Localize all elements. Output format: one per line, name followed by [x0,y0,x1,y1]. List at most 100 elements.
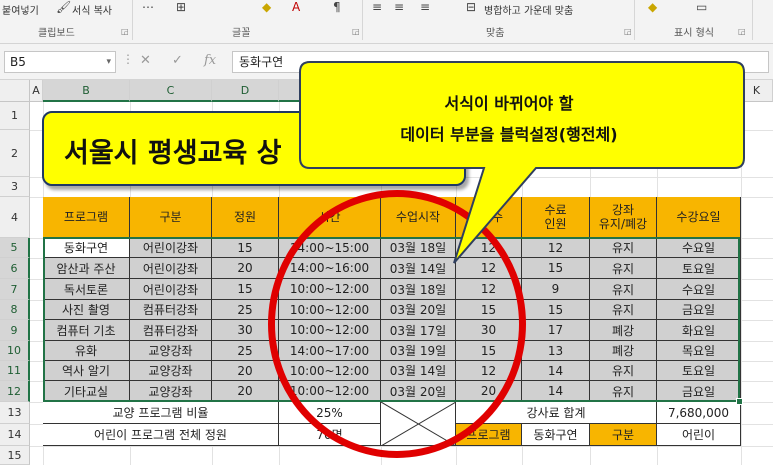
row-header-3[interactable]: 3 [0,177,30,197]
font-launcher-icon[interactable]: ◲ [352,27,360,36]
cell-program[interactable]: 역사 알기 [43,361,130,381]
cell-time[interactable]: 10:00~12:00 [279,300,381,320]
cell-day[interactable]: 화요일 [657,320,741,341]
cell-day[interactable]: 수요일 [657,279,741,300]
cell-start[interactable]: 03월 18일 [381,279,456,300]
cell-program[interactable]: 암산과 주산 [43,258,130,279]
paste-label[interactable]: 붙여넣기 [2,2,39,17]
cell-capacity[interactable]: 25 [212,300,279,320]
cell-category[interactable]: 교양강좌 [130,381,212,402]
cell-start[interactable]: 03월 19일 [381,341,456,361]
cell-category[interactable]: 컴퓨터강좌 [130,300,212,320]
cell-capacity[interactable]: 15 [212,279,279,300]
cell-count[interactable]: 15 [456,300,522,320]
cell-time[interactable]: 10:00~12:00 [279,279,381,300]
column-header-a[interactable]: A [30,80,43,102]
cell-status[interactable]: 유지 [590,258,657,279]
cell-capacity[interactable]: 25 [212,341,279,361]
number-launcher-icon[interactable]: ◲ [738,27,746,36]
cell-status[interactable]: 폐강 [590,320,657,341]
cell-category[interactable]: 교양강좌 [130,341,212,361]
align-left-icon[interactable]: ≡ [372,0,382,14]
enter-icon[interactable]: ✓ [172,53,183,68]
cell-category[interactable]: 교양강좌 [130,361,212,381]
cell-category[interactable]: 어린이강좌 [130,258,212,279]
cell-category[interactable]: 어린이강좌 [130,279,212,300]
cell-completed[interactable]: 14 [522,361,590,381]
cell-time[interactable]: 10:00~12:00 [279,361,381,381]
row-header-4[interactable]: 4 [0,197,30,238]
row-header-10[interactable]: 10 [0,341,30,361]
row-header-5[interactable]: 5 [0,238,30,258]
cell-count[interactable]: 12 [456,238,522,258]
column-header-d[interactable]: D [212,80,279,102]
align-center-icon[interactable]: ≡ [394,0,404,14]
row-header-9[interactable]: 9 [0,320,30,341]
lookup-program-value[interactable]: 동화구연 [522,424,590,446]
cell-program[interactable]: 사진 촬영 [43,300,130,320]
currency-icon[interactable]: ◆ [648,0,657,14]
header-time[interactable]: 시간 [279,197,381,238]
font-color-icon[interactable]: A [292,0,300,14]
lookup-program-label[interactable]: 프로그램 [456,424,522,446]
row-header-13[interactable]: 13 [0,402,30,424]
cell-capacity[interactable]: 20 [212,381,279,402]
percent-icon[interactable]: ▭ [696,0,707,14]
cell-completed[interactable]: 12 [522,238,590,258]
cell-capacity[interactable]: 20 [212,258,279,279]
cell-count[interactable]: 15 [456,341,522,361]
summary-culture-ratio-value[interactable]: 25% [279,402,381,424]
cell-time[interactable]: 14:00~16:00 [279,258,381,279]
cell-status[interactable]: 유지 [590,300,657,320]
cell-program[interactable]: 동화구연 [43,238,130,258]
chevron-down-icon[interactable]: ▾ [106,52,111,72]
row-header-6[interactable]: 6 [0,258,30,279]
header-day[interactable]: 수강요일 [657,197,741,238]
column-header-b[interactable]: B [43,80,130,102]
row-header-15[interactable]: 15 [0,446,30,465]
header-program[interactable]: 프로그램 [43,197,130,238]
cell-start[interactable]: 03월 18일 [381,238,456,258]
cell-day[interactable]: 금요일 [657,381,741,402]
cell-count[interactable]: 20 [456,381,522,402]
row-header-14[interactable]: 14 [0,424,30,446]
row-header-7[interactable]: 7 [0,279,30,300]
summary-culture-ratio-label[interactable]: 교양 프로그램 비율 [43,402,279,424]
cell-time[interactable]: 10:00~12:00 [279,320,381,341]
summary-kids-total-value[interactable]: 70명 [279,424,381,446]
cell-day[interactable]: 금요일 [657,300,741,320]
cell-completed[interactable]: 17 [522,320,590,341]
name-box[interactable]: B5 ▾ [4,51,116,73]
border-icon[interactable]: ⊞ [176,0,186,14]
align-launcher-icon[interactable]: ◲ [624,27,632,36]
merge-center-button[interactable]: 병합하고 가운데 맞춤 [484,2,573,17]
fill-handle[interactable] [736,398,743,405]
cell-start[interactable]: 03월 17일 [381,320,456,341]
cell-capacity[interactable]: 15 [212,238,279,258]
row-header-8[interactable]: 8 [0,300,30,320]
cell-completed[interactable]: 15 [522,300,590,320]
cell-program[interactable]: 기타교실 [43,381,130,402]
cell-start[interactable]: 03월 14일 [381,258,456,279]
cell-category[interactable]: 컴퓨터강좌 [130,320,212,341]
summary-fee-total-value[interactable]: 7,680,000 [657,402,741,424]
cell-time[interactable]: 14:00~15:00 [279,238,381,258]
cell-status[interactable]: 유지 [590,381,657,402]
header-status[interactable]: 강좌 유지/폐강 [590,197,657,238]
bold-icon[interactable]: ⋯ [142,0,154,14]
cell-time[interactable]: 14:00~17:00 [279,341,381,361]
header-start[interactable]: 수업시작 [381,197,456,238]
cell-status[interactable]: 폐강 [590,341,657,361]
lookup-category-label[interactable]: 구분 [590,424,657,446]
cell-completed[interactable]: 14 [522,381,590,402]
cell-capacity[interactable]: 20 [212,361,279,381]
cell-count[interactable]: 12 [456,279,522,300]
header-category[interactable]: 구분 [130,197,212,238]
cell-day[interactable]: 수요일 [657,238,741,258]
merge-icon[interactable]: ⊟ [466,0,476,14]
cell-day[interactable]: 토요일 [657,258,741,279]
cell-start[interactable]: 03월 20일 [381,381,456,402]
row-header-12[interactable]: 12 [0,381,30,402]
format-painter-icon[interactable]: 🖌 [56,0,71,14]
cell-status[interactable]: 유지 [590,238,657,258]
